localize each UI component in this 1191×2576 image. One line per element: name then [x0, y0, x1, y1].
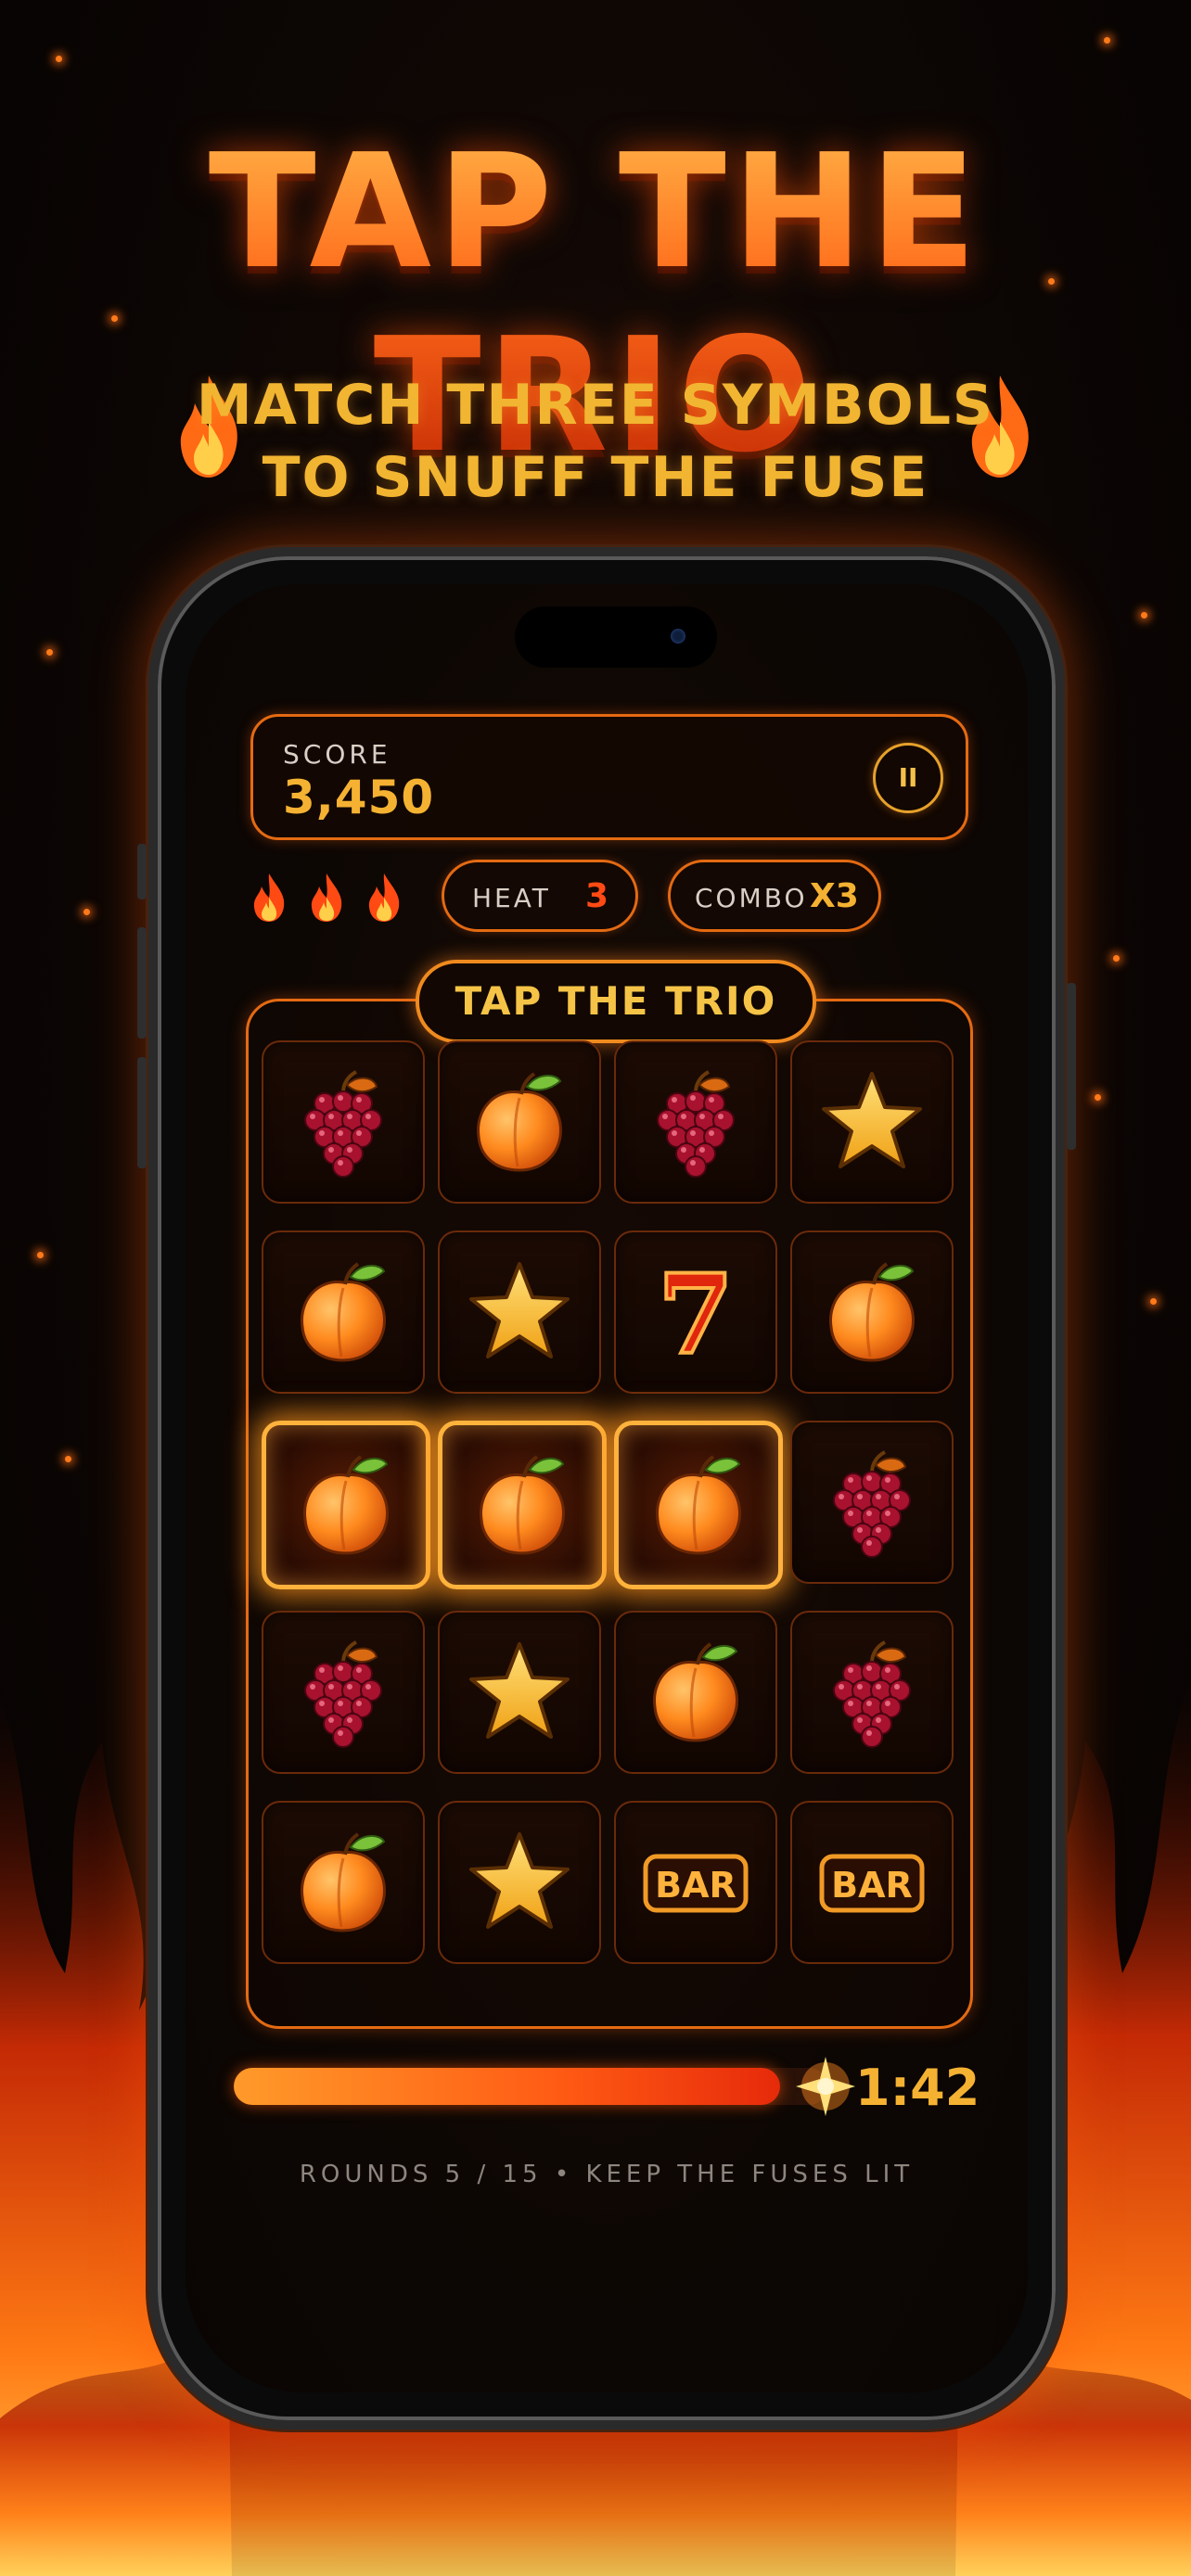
heat-value: 3: [585, 877, 609, 915]
dynamic-island: [515, 606, 717, 668]
camera-icon: [671, 629, 685, 644]
tile-peach[interactable]: [262, 1231, 425, 1394]
peach-icon: [303, 1455, 389, 1555]
phone-screen: SCORE 3,450 II HEAT 3 COMBO X3 TAP THE T…: [186, 584, 1028, 2392]
ember: [46, 649, 53, 656]
ember: [1150, 1298, 1157, 1305]
tile-peach[interactable]: [614, 1611, 777, 1774]
grapes-icon: [833, 1450, 911, 1558]
ember: [1104, 37, 1110, 44]
score-panel: SCORE 3,450 II: [250, 714, 968, 840]
tile-peach-matched[interactable]: [438, 1421, 607, 1589]
star-icon: [469, 1832, 570, 1929]
round-footer: ROUNDS 5 / 15 • KEEP THE FUSES LIT: [299, 2161, 915, 2188]
phone-side-button: [1067, 983, 1076, 1150]
peach-icon: [480, 1455, 565, 1555]
tile-grapes[interactable]: [614, 1040, 777, 1204]
peach-icon: [656, 1455, 741, 1555]
peach-icon: [301, 1262, 386, 1362]
fuse-timer-fill: [234, 2068, 780, 2105]
subtitle-line-1: MATCH THREE SYMBOLS: [196, 373, 995, 438]
timer-value: 1:42: [855, 2059, 980, 2117]
tile-peach[interactable]: [790, 1231, 954, 1394]
combo-value: X3: [810, 877, 859, 915]
tile-peach[interactable]: [262, 1801, 425, 1964]
ember: [1095, 1094, 1101, 1101]
tile-star[interactable]: [438, 1231, 601, 1394]
grapes-icon: [657, 1070, 735, 1178]
star-icon: [469, 1642, 570, 1739]
game-board: TAP THE TRIO 7 BAR BAR: [246, 960, 973, 2029]
svg-text:BAR: BAR: [831, 1865, 913, 1906]
tile-grapes[interactable]: [790, 1421, 954, 1584]
tile-grapes[interactable]: [790, 1611, 954, 1774]
heat-pill: HEAT 3: [442, 860, 638, 932]
peach-icon: [653, 1642, 738, 1742]
subtitle-line-2: TO SNUFF THE FUSE: [262, 445, 929, 510]
svg-text:7: 7: [658, 1256, 734, 1368]
score-label: SCORE: [283, 739, 391, 770]
life-flame-icon: [311, 874, 342, 922]
phone-side-button: [137, 1057, 147, 1168]
svg-text:BAR: BAR: [655, 1865, 736, 1906]
phone-side-button: [137, 927, 147, 1039]
star-icon: [822, 1072, 922, 1168]
tile-bar[interactable]: BAR: [790, 1801, 954, 1964]
tile-bar[interactable]: BAR: [614, 1801, 777, 1964]
score-value: 3,450: [283, 771, 435, 824]
grapes-icon: [833, 1640, 911, 1748]
seven-icon: 7: [656, 1256, 736, 1368]
star-icon: [469, 1262, 570, 1358]
grapes-icon: [304, 1640, 382, 1748]
ember: [37, 1252, 44, 1258]
ember: [83, 909, 90, 915]
fuse-timer-bar: [234, 2068, 827, 2105]
bar-icon: BAR: [819, 1854, 925, 1913]
board-title: TAP THE TRIO: [416, 960, 816, 1043]
pause-button[interactable]: II: [873, 743, 943, 813]
tile-peach-matched[interactable]: [614, 1421, 783, 1589]
peach-icon: [829, 1262, 915, 1362]
subtitle: MATCH THREE SYMBOLS TO SNUFF THE FUSE: [0, 369, 1191, 514]
ember: [1141, 612, 1147, 618]
tile-peach[interactable]: [438, 1040, 601, 1204]
tile-star[interactable]: [438, 1611, 601, 1774]
tile-star[interactable]: [790, 1040, 954, 1204]
combo-pill: COMBO X3: [668, 860, 881, 932]
ember: [1113, 955, 1120, 962]
peach-icon: [477, 1072, 562, 1172]
bar-icon: BAR: [643, 1854, 749, 1913]
tile-grapes[interactable]: [262, 1040, 425, 1204]
tile-grapes[interactable]: [262, 1611, 425, 1774]
ember: [56, 56, 62, 62]
life-flame-icon: [368, 874, 400, 922]
tile-star[interactable]: [438, 1801, 601, 1964]
phone-frame: SCORE 3,450 II HEAT 3 COMBO X3 TAP THE T…: [137, 547, 1076, 2429]
combo-label: COMBO: [695, 883, 808, 913]
grapes-icon: [304, 1070, 382, 1178]
spark-icon: [796, 2057, 855, 2116]
tile-peach-matched[interactable]: [262, 1421, 430, 1589]
heat-label: HEAT: [472, 883, 551, 913]
phone-side-button: [137, 844, 147, 899]
peach-icon: [301, 1832, 386, 1932]
tile-seven[interactable]: 7: [614, 1231, 777, 1394]
life-flame-icon: [253, 874, 285, 922]
